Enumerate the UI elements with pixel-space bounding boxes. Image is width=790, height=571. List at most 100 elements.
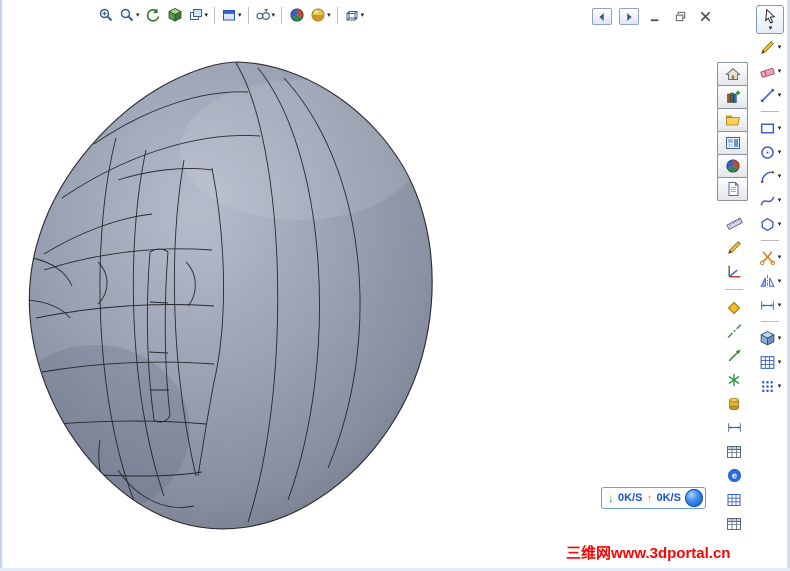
dropdown-arrow-icon: ▾	[777, 334, 782, 342]
restore-button[interactable]	[671, 9, 689, 25]
dropdown-arrow-icon: ▾	[777, 196, 782, 204]
arc-button[interactable]: ▾	[759, 165, 781, 187]
line-button[interactable]: ▾	[759, 84, 782, 106]
view-toolbar: ▾ ▾ ▾ ▾ ▾ ▾	[96, 5, 365, 25]
dropdown-arrow-icon: ▾	[136, 11, 140, 19]
window-controls	[592, 8, 714, 25]
polygon-icon	[759, 216, 776, 233]
cylinder-button[interactable]	[724, 394, 744, 413]
design-table-button[interactable]	[724, 514, 744, 533]
pencil-icon	[759, 39, 776, 56]
dropdown-arrow-icon: ▾	[777, 67, 782, 75]
tools-toolbar	[719, 214, 749, 533]
measure-button[interactable]	[724, 214, 744, 233]
sketch-pencil-button[interactable]	[724, 238, 744, 257]
view-orientation-button[interactable]: ▾	[254, 5, 277, 25]
panel-divider	[0, 0, 3, 571]
back-button[interactable]	[592, 8, 612, 25]
tab-solidworks-resources[interactable]	[717, 62, 748, 86]
dimension-button[interactable]	[724, 418, 744, 437]
home-icon	[725, 66, 741, 82]
solidworks-window: ▾ ▾ ▾ ▾ ▾ ▾ ▾ ▾ ▾ ▾ ▾ ▾ ▾ ▾ ▾ ▾ ▾ ▾ ▾ ▾ …	[0, 0, 790, 571]
view-palette-icon	[725, 135, 741, 151]
close-button[interactable]	[696, 9, 714, 25]
tab-view-palette[interactable]	[717, 131, 748, 155]
toolbar-separator	[725, 289, 743, 290]
folder-icon	[725, 112, 741, 128]
model-canvas[interactable]	[0, 0, 790, 571]
rotate-view-button[interactable]	[143, 5, 163, 25]
toolbar-separator	[281, 6, 283, 24]
table-icon	[726, 516, 742, 532]
minimize-button[interactable]	[646, 9, 664, 25]
toolbar-separator	[761, 111, 779, 112]
sketch-button[interactable]: ▾	[759, 36, 781, 58]
tab-file-explorer[interactable]	[717, 108, 748, 132]
display-style-button[interactable]: ▾	[343, 5, 366, 25]
cursor-icon	[762, 8, 779, 25]
appearance-button[interactable]: ▾	[309, 5, 332, 25]
point-button[interactable]	[724, 298, 744, 317]
viewports-button[interactable]: ▾	[187, 5, 210, 25]
grid-icon	[726, 492, 742, 508]
axis-button[interactable]	[724, 346, 744, 365]
eraser-button[interactable]: ▾	[759, 60, 782, 82]
grid-button[interactable]: ▾	[759, 351, 782, 373]
grid-button[interactable]	[724, 490, 744, 509]
arc-icon	[759, 168, 776, 185]
axes-icon	[726, 263, 743, 280]
circle-button[interactable]: ▾	[759, 141, 782, 163]
eraser-icon	[759, 63, 776, 80]
linear-pattern-button[interactable]: ▾	[759, 375, 781, 397]
dropdown-arrow-icon: ▾	[777, 253, 782, 261]
table-icon	[726, 444, 742, 460]
forward-button[interactable]	[619, 8, 639, 25]
library-icon	[725, 89, 741, 105]
dropdown-arrow-icon: ▾	[777, 148, 782, 156]
zoom-button[interactable]: ▾	[118, 5, 141, 25]
spline-icon	[759, 192, 776, 209]
line-icon	[759, 87, 776, 104]
smart-dimension-button[interactable]: ▾	[759, 294, 782, 316]
dropdown-arrow-icon: ▾	[204, 11, 209, 19]
dropdown-arrow-icon: ▾	[327, 11, 331, 19]
dropdown-arrow-icon: ▾	[777, 91, 782, 99]
asterisk-icon	[726, 372, 742, 388]
rectangle-button[interactable]: ▾	[759, 117, 781, 139]
dropdown-arrow-icon: ▾	[777, 277, 782, 285]
origin-button[interactable]	[724, 370, 744, 389]
download-speed-value: 0K/S	[618, 492, 643, 504]
tab-custom-properties[interactable]	[717, 177, 748, 201]
mirror-button[interactable]: ▾	[759, 270, 782, 292]
appearances-icon	[725, 158, 741, 174]
coordinate-axes-button[interactable]	[724, 262, 744, 281]
trim-icon	[759, 249, 776, 266]
tab-appearances[interactable]	[717, 154, 748, 178]
centerline-icon	[726, 323, 743, 340]
tab-design-library[interactable]	[717, 85, 748, 109]
table-button[interactable]	[724, 442, 744, 461]
network-speed-widget[interactable]: ↓ 0K/S ↑ 0K/S	[601, 487, 706, 509]
edrawings-icon	[726, 467, 743, 484]
dropdown-arrow-icon: ▾	[777, 301, 782, 309]
trim-button[interactable]: ▾	[759, 246, 782, 268]
shaded-view-button[interactable]	[165, 5, 185, 25]
axis-arrow-icon	[726, 347, 743, 364]
speed-ball-icon[interactable]	[684, 489, 703, 507]
extrude-button[interactable]: ▾	[759, 327, 782, 349]
render-button[interactable]	[287, 5, 307, 25]
diamond-icon	[726, 300, 742, 316]
edrawings-button[interactable]	[724, 466, 744, 485]
task-pane-tabs	[717, 62, 748, 201]
pattern-dots-icon	[759, 378, 776, 395]
window-button[interactable]: ▾	[220, 5, 243, 25]
dropdown-arrow-icon: ▾	[777, 358, 782, 366]
centerline-button[interactable]	[724, 322, 744, 341]
document-icon	[725, 181, 741, 197]
polygon-button[interactable]: ▾	[759, 213, 781, 235]
select-tool-button[interactable]: ▾	[756, 5, 784, 34]
spline-button[interactable]: ▾	[759, 189, 782, 211]
measure-icon	[726, 215, 743, 232]
dimension-icon	[759, 297, 776, 314]
zoom-in-button[interactable]	[96, 5, 116, 25]
